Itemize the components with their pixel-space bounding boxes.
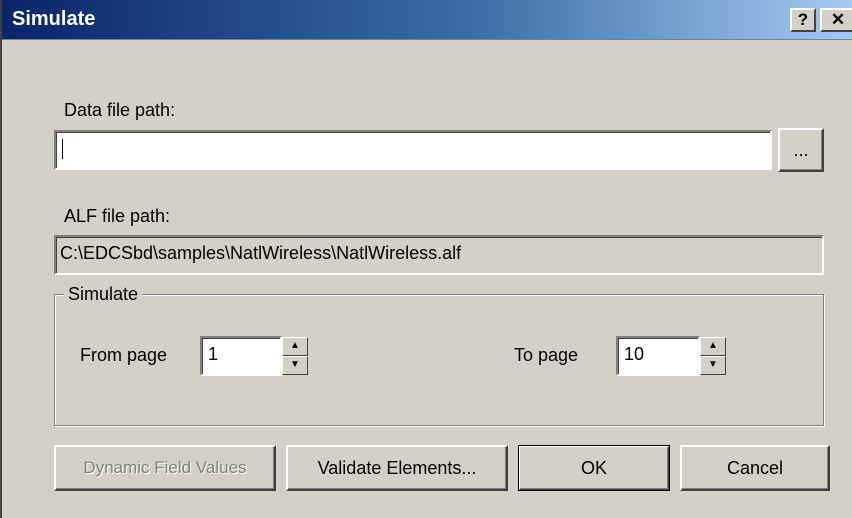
data-file-path-label: Data file path: (64, 100, 176, 120)
simulate-group-legend: Simulate (64, 284, 143, 305)
from-page-label: From page (80, 345, 168, 365)
dynamic-field-values-button[interactable]: Dynamic Field Values (54, 445, 276, 491)
validate-elements-button[interactable]: Validate Elements... (286, 445, 508, 491)
close-button[interactable]: ✕ (820, 8, 852, 32)
text-caret (62, 139, 63, 159)
title-bar[interactable]: Simulate ? ✕ (2, 0, 852, 40)
close-icon: ✕ (830, 10, 846, 29)
data-file-path-input[interactable] (54, 130, 772, 170)
cancel-button[interactable]: Cancel (680, 445, 830, 491)
to-page-spinner[interactable]: ▲ ▼ (700, 337, 726, 375)
alf-file-path-field: C:\EDCSbd\samples\NatlWireless\NatlWirel… (54, 235, 824, 275)
help-button[interactable]: ? (790, 8, 816, 32)
from-page-spinner[interactable]: ▲ ▼ (282, 337, 308, 375)
spin-up-icon[interactable]: ▲ (282, 337, 308, 356)
browse-button[interactable]: ... (778, 128, 824, 172)
from-page-value: 1 (208, 344, 219, 364)
to-page-input[interactable]: 10 (616, 336, 700, 376)
alf-file-path-value: C:\EDCSbd\samples\NatlWireless\NatlWirel… (60, 243, 462, 263)
from-page-input[interactable]: 1 (200, 336, 282, 376)
dialog-title: Simulate (12, 8, 96, 30)
ellipsis-icon: ... (793, 139, 809, 160)
to-page-value: 10 (624, 344, 645, 364)
spin-down-icon[interactable]: ▼ (700, 356, 726, 375)
to-page-label: To page (514, 345, 579, 365)
ok-button[interactable]: OK (518, 445, 670, 491)
spin-up-icon[interactable]: ▲ (700, 337, 726, 356)
simulate-dialog: Simulate ? ✕ Data file path: ... ALF fil… (0, 0, 852, 518)
spin-down-icon[interactable]: ▼ (282, 356, 308, 375)
alf-file-path-label: ALF file path: (64, 206, 171, 226)
